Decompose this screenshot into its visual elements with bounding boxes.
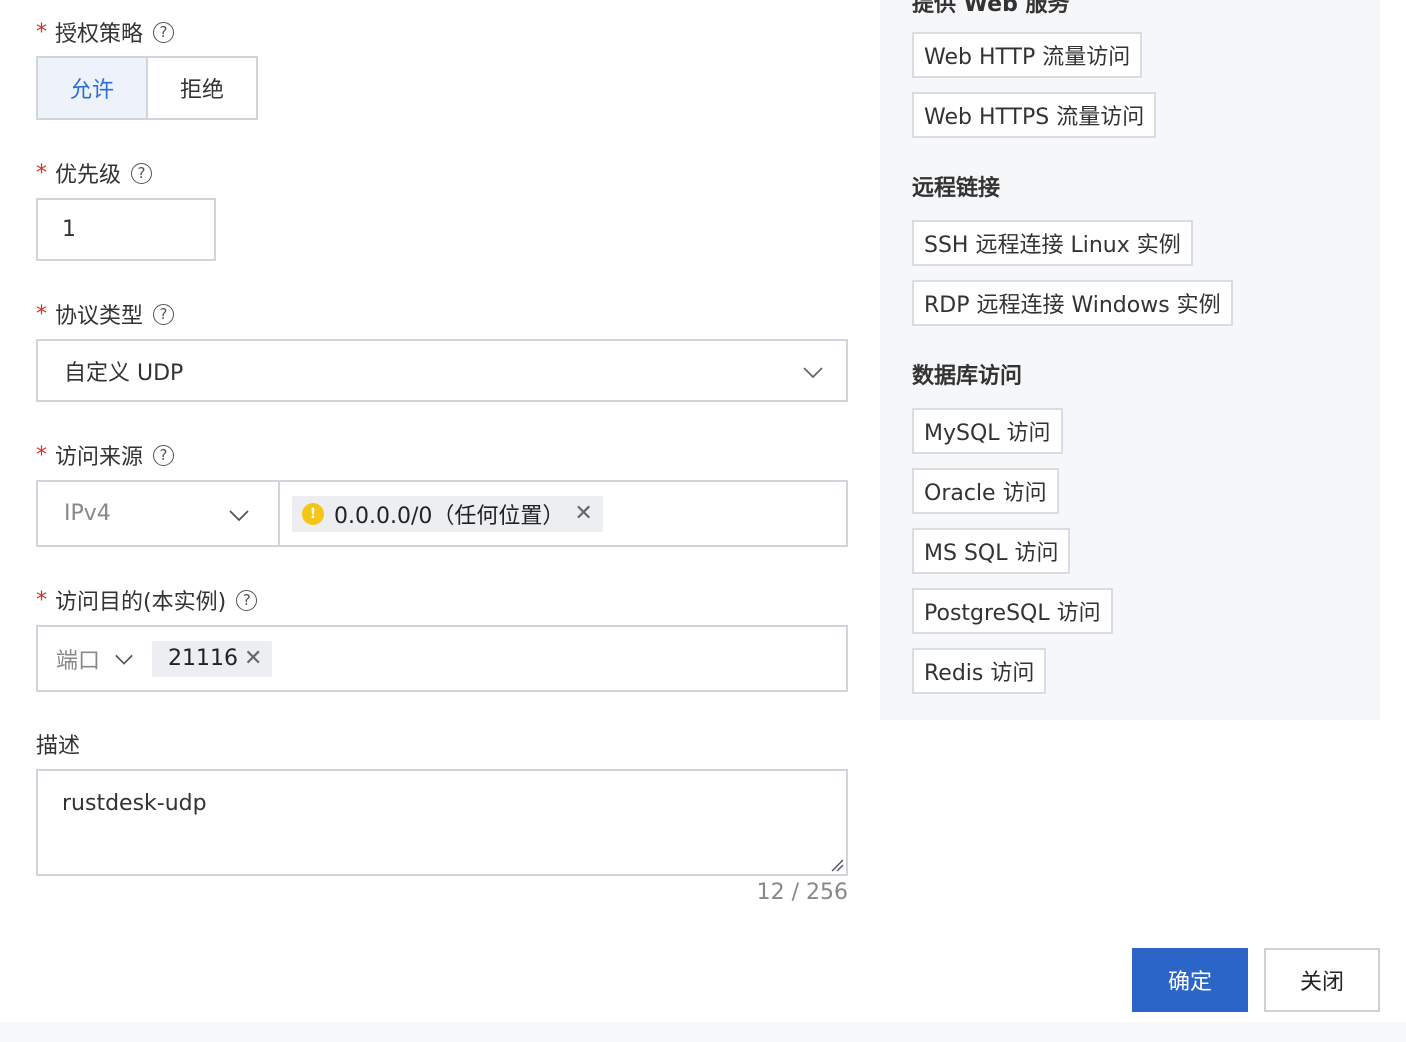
template-ssh[interactable]: SSH 远程连接 Linux 实例 [912, 220, 1193, 266]
chevron-down-icon [803, 367, 823, 379]
close-icon[interactable]: ✕ [574, 501, 592, 526]
help-icon[interactable]: ? [153, 303, 175, 325]
description-value: rustdesk-udp [62, 791, 207, 816]
db-group-title: 数据库访问 [912, 364, 1023, 389]
chevron-down-icon [115, 654, 133, 665]
close-button[interactable]: 关闭 [1264, 948, 1380, 1012]
destination-label-text: 访问目的(本实例) [55, 590, 227, 615]
template-postgresql[interactable]: PostgreSQL 访问 [912, 588, 1113, 634]
template-mysql[interactable]: MySQL 访问 [912, 408, 1063, 454]
help-icon[interactable]: ? [131, 162, 153, 184]
required-mark: * [36, 301, 47, 327]
template-web-http[interactable]: Web HTTP 流量访问 [912, 32, 1143, 78]
description-label-text: 描述 [36, 734, 81, 759]
port-tag: 21116 ✕ [152, 640, 273, 677]
policy-segmented-control: 允许 拒绝 [36, 56, 258, 120]
help-icon[interactable]: ? [153, 444, 175, 466]
footer-bar [0, 1022, 1406, 1042]
template-redis[interactable]: Redis 访问 [912, 648, 1047, 694]
destination-type-value: 端口 [56, 648, 101, 674]
protocol-select[interactable]: 自定义 UDP [36, 339, 848, 402]
help-icon[interactable]: ? [153, 21, 175, 43]
template-web-https[interactable]: Web HTTPS 流量访问 [912, 92, 1157, 138]
priority-value: 1 [62, 217, 76, 242]
destination-type-select[interactable]: 端口 [56, 643, 134, 675]
remote-group-title: 远程链接 [912, 176, 1001, 201]
required-mark: * [36, 160, 47, 186]
char-counter: 12 / 256 [756, 880, 848, 905]
priority-label: * 优先级 ? [36, 157, 153, 189]
protocol-value: 自定义 UDP [64, 360, 184, 386]
source-label: * 访问来源 ? [36, 439, 175, 471]
web-group-title: 提供 Web 服务 [912, 0, 1070, 17]
priority-input[interactable]: 1 [36, 198, 216, 261]
required-mark: * [36, 19, 47, 45]
template-rdp[interactable]: RDP 远程连接 Windows 实例 [912, 280, 1233, 326]
ip-version-value: IPv4 [64, 501, 111, 526]
resize-handle-icon[interactable] [830, 858, 844, 872]
warning-icon: ! [302, 502, 324, 525]
ip-version-select[interactable]: IPv4 [36, 480, 280, 547]
source-tag-input[interactable]: ! 0.0.0.0/0（任何位置） ✕ [278, 480, 848, 547]
description-textarea[interactable]: rustdesk-udp [36, 769, 848, 876]
destination-label: * 访问目的(本实例) ? [36, 584, 258, 616]
destination-input[interactable]: 端口 21116 ✕ [36, 625, 848, 692]
chevron-down-icon [229, 510, 249, 522]
port-tag-text: 21116 [168, 646, 239, 671]
source-tag: ! 0.0.0.0/0（任何位置） ✕ [292, 495, 603, 532]
confirm-button[interactable]: 确定 [1132, 948, 1248, 1012]
description-label: 描述 [36, 728, 80, 760]
priority-label-text: 优先级 [55, 163, 122, 188]
template-oracle[interactable]: Oracle 访问 [912, 468, 1059, 514]
deny-button[interactable]: 拒绝 [148, 58, 256, 118]
allow-button[interactable]: 允许 [38, 58, 148, 118]
template-mssql[interactable]: MS SQL 访问 [912, 528, 1071, 574]
protocol-label: * 协议类型 ? [36, 298, 175, 330]
close-icon[interactable]: ✕ [244, 646, 262, 671]
policy-label: * 授权策略 ? [36, 16, 175, 48]
source-tag-text: 0.0.0.0/0（任何位置） [334, 503, 565, 529]
required-mark: * [36, 587, 47, 613]
source-label-text: 访问来源 [55, 445, 144, 470]
required-mark: * [36, 442, 47, 468]
help-icon[interactable]: ? [236, 589, 258, 611]
protocol-label-text: 协议类型 [55, 304, 144, 329]
policy-label-text: 授权策略 [55, 22, 144, 47]
